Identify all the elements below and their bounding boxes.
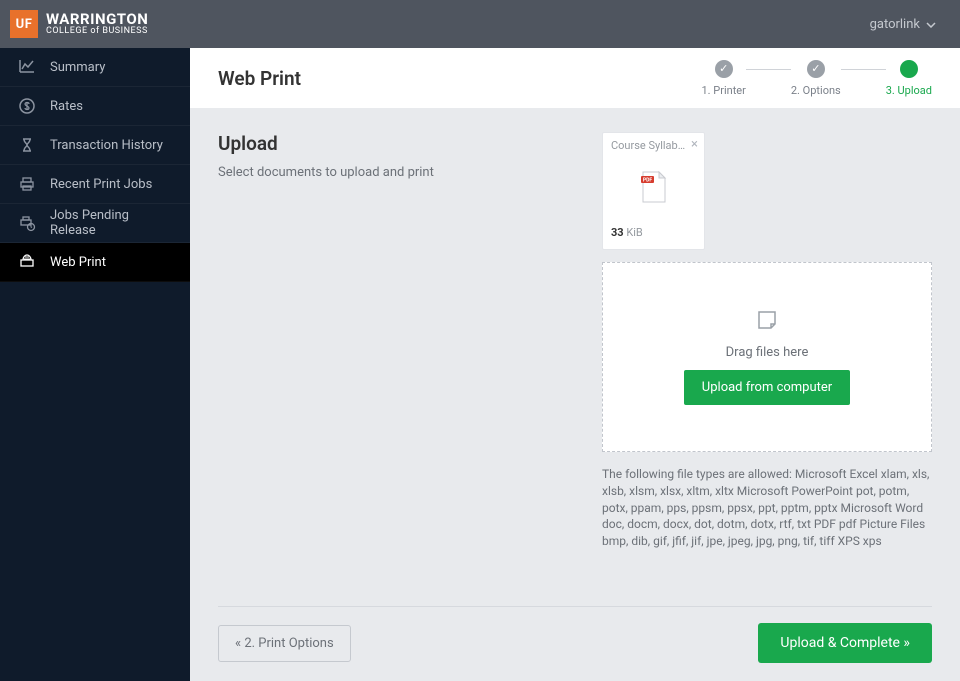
printer-icon (18, 175, 36, 193)
upload-complete-button[interactable]: Upload & Complete » (758, 623, 932, 663)
step-indicator: 1. Printer 2. Options 3. Upload (701, 60, 932, 97)
step-current-icon (900, 60, 918, 78)
upload-info: Upload Select documents to upload and pr… (218, 132, 434, 452)
sidebar: Summary Rates Transaction History Recent… (0, 48, 190, 681)
check-icon (807, 60, 825, 78)
brand-title: WARRINGTON (46, 12, 148, 27)
step-line (841, 69, 886, 70)
step-label: 3. Upload (886, 84, 932, 97)
pdf-file-icon: PDF (611, 152, 696, 226)
uploaded-file-card: × Course Syllabus… PDF 33 KiB (602, 132, 705, 250)
upload-heading: Upload (218, 132, 434, 155)
back-button[interactable]: « 2. Print Options (218, 625, 351, 662)
step-label: 1. Printer (701, 84, 745, 97)
dropzone[interactable]: Drag files here Upload from computer (602, 262, 932, 452)
file-size: 33 KiB (611, 226, 696, 239)
sidebar-item-transaction-history[interactable]: Transaction History (0, 126, 190, 165)
step-label: 2. Options (791, 84, 841, 97)
step-line (746, 69, 791, 70)
printer-clock-icon (18, 214, 36, 232)
sidebar-item-summary[interactable]: Summary (0, 48, 190, 87)
sidebar-item-label: Web Print (50, 255, 106, 270)
footer-actions: « 2. Print Options Upload & Complete » (218, 606, 932, 663)
brand-logo: UF WARRINGTON COLLEGE of BUSINESS (10, 10, 148, 38)
file-name: Course Syllabus… (611, 139, 691, 152)
page-header: Web Print 1. Printer 2. Options 3. Uploa… (190, 48, 960, 108)
sidebar-item-label: Jobs Pending Release (50, 208, 172, 238)
sidebar-item-label: Rates (50, 99, 83, 114)
brand-text: WARRINGTON COLLEGE of BUSINESS (46, 12, 148, 36)
sidebar-item-recent-print-jobs[interactable]: Recent Print Jobs (0, 165, 190, 204)
step-options[interactable]: 2. Options (791, 60, 841, 97)
dollar-icon (18, 97, 36, 115)
main-content: Web Print 1. Printer 2. Options 3. Uploa… (190, 48, 960, 681)
sidebar-item-label: Transaction History (50, 138, 163, 153)
step-printer[interactable]: 1. Printer (701, 60, 745, 97)
step-upload[interactable]: 3. Upload (886, 60, 932, 97)
svg-text:PDF: PDF (642, 178, 651, 184)
chevron-down-icon (926, 17, 936, 32)
upload-from-computer-button[interactable]: Upload from computer (684, 370, 850, 405)
chart-line-icon (18, 58, 36, 76)
close-icon[interactable]: × (691, 137, 698, 152)
user-name: gatorlink (870, 17, 920, 32)
allowed-file-types: The following file types are allowed: Mi… (602, 466, 932, 550)
top-bar: UF WARRINGTON COLLEGE of BUSINESS gatorl… (0, 0, 960, 48)
check-icon (715, 60, 733, 78)
web-print-icon (18, 253, 36, 271)
page-title: Web Print (218, 67, 301, 90)
hourglass-icon (18, 136, 36, 154)
brand-subtitle: COLLEGE of BUSINESS (46, 27, 148, 36)
sidebar-item-label: Recent Print Jobs (50, 177, 152, 192)
sticky-note-icon (756, 309, 778, 335)
sidebar-item-web-print[interactable]: Web Print (0, 243, 190, 282)
brand-badge: UF (10, 10, 38, 38)
drag-text: Drag files here (726, 345, 809, 360)
upload-description: Select documents to upload and print (218, 165, 434, 180)
sidebar-item-jobs-pending-release[interactable]: Jobs Pending Release (0, 204, 190, 243)
content-area: Upload Select documents to upload and pr… (190, 108, 960, 681)
user-menu[interactable]: gatorlink (870, 17, 936, 32)
sidebar-item-label: Summary (50, 60, 105, 75)
sidebar-item-rates[interactable]: Rates (0, 87, 190, 126)
